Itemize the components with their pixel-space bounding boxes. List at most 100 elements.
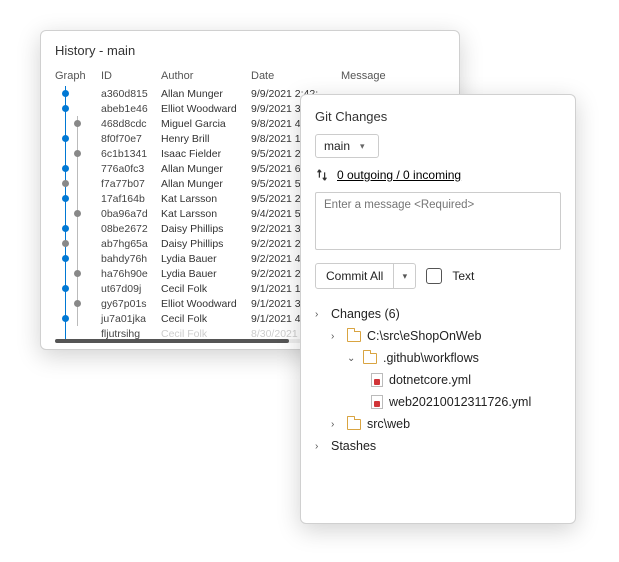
commit-author: Isaac Fielder (161, 148, 251, 160)
yaml-file-icon (371, 373, 383, 387)
commit-all-button[interactable]: Commit All ▾ (315, 263, 416, 289)
chevron-right-icon: › (315, 441, 325, 452)
folder-workflows[interactable]: ⌄ .github\workflows (315, 347, 561, 369)
commit-id: ju7a01jka (101, 313, 161, 325)
commit-author: Kat Larsson (161, 193, 251, 205)
git-changes-title: Git Changes (315, 105, 561, 134)
yaml-file-icon (371, 395, 383, 409)
commit-author: Henry Brill (161, 133, 251, 145)
chevron-down-icon: ⌄ (347, 353, 357, 364)
commit-id: gy67p01s (101, 298, 161, 310)
commit-author: Cecil Folk (161, 283, 251, 295)
graph-cell (55, 161, 101, 176)
commit-dot-icon (62, 105, 69, 112)
commit-id: 17af164b (101, 193, 161, 205)
folder-srcweb[interactable]: › src\web (315, 413, 561, 435)
commit-author: Lydia Bauer (161, 268, 251, 280)
commit-dot-icon (62, 225, 69, 232)
commit-author: Elliot Woodward (161, 298, 251, 310)
col-message[interactable]: Message (341, 70, 401, 82)
commit-dot-icon (62, 135, 69, 142)
commit-dot-icon (62, 315, 69, 322)
graph-cell (55, 146, 101, 161)
folder-icon (347, 331, 361, 342)
chevron-right-icon: › (315, 309, 325, 320)
folder-root[interactable]: › C:\src\eShopOnWeb (315, 325, 561, 347)
changes-label: Changes (6) (331, 307, 400, 321)
scrollbar-thumb[interactable] (55, 339, 289, 343)
branch-name: main (324, 139, 350, 153)
commit-dot-icon (62, 180, 69, 187)
commit-id: ut67d09j (101, 283, 161, 295)
commit-id: ha76h90e (101, 268, 161, 280)
folder-icon (347, 419, 361, 430)
commit-id: a360d815 (101, 88, 161, 100)
commit-author: Allan Munger (161, 163, 251, 175)
stashes-node[interactable]: › Stashes (315, 435, 561, 457)
chevron-right-icon: › (331, 331, 341, 342)
chevron-right-icon: › (331, 419, 341, 430)
stashes-label: Stashes (331, 439, 376, 453)
commit-id: 0ba96a7d (101, 208, 161, 220)
col-author[interactable]: Author (161, 70, 251, 82)
graph-cell (55, 131, 101, 146)
sync-status-row: 0 outgoing / 0 incoming (315, 168, 561, 182)
commit-dot-icon (62, 285, 69, 292)
file-web[interactable]: web20210012311726.yml (315, 391, 561, 413)
sync-arrows-icon (315, 168, 329, 182)
commit-id: f7a77b07 (101, 178, 161, 190)
chevron-down-icon: ▾ (360, 141, 370, 152)
sync-status-link[interactable]: 0 outgoing / 0 incoming (337, 168, 461, 182)
graph-cell (55, 101, 101, 116)
graph-cell (55, 116, 101, 131)
commit-id: bahdy76h (101, 253, 161, 265)
commit-dot-icon (74, 150, 81, 157)
graph-cell (55, 296, 101, 311)
commit-author: Lydia Bauer (161, 253, 251, 265)
branch-selector[interactable]: main ▾ (315, 134, 379, 158)
commit-id: 8f0f70e7 (101, 133, 161, 145)
folder-srcweb-label: src\web (367, 417, 410, 431)
commit-dot-icon (74, 210, 81, 217)
commit-dot-icon (74, 300, 81, 307)
commit-author: Kat Larsson (161, 208, 251, 220)
commit-dot-icon (62, 195, 69, 202)
commit-dot-icon (62, 255, 69, 262)
col-date[interactable]: Date (251, 70, 341, 82)
file-dotnetcore[interactable]: dotnetcore.yml (315, 369, 561, 391)
graph-cell (55, 281, 101, 296)
folder-workflows-label: .github\workflows (383, 351, 479, 365)
col-graph[interactable]: Graph (55, 70, 101, 82)
graph-cell (55, 86, 101, 101)
graph-cell (55, 266, 101, 281)
commit-id: fljutrsihg (101, 328, 161, 340)
graph-cell (55, 221, 101, 236)
commit-message-input[interactable] (315, 192, 561, 250)
commit-id: abeb1e46 (101, 103, 161, 115)
commit-author: Miguel Garcia (161, 118, 251, 130)
commit-author: Elliot Woodward (161, 103, 251, 115)
commit-id: 08be2672 (101, 223, 161, 235)
commit-dot-icon (74, 270, 81, 277)
graph-cell (55, 311, 101, 326)
commit-id: 6c1b1341 (101, 148, 161, 160)
commit-dropdown[interactable]: ▾ (393, 264, 415, 288)
folder-root-label: C:\src\eShopOnWeb (367, 329, 481, 343)
commit-id: 776a0fc3 (101, 163, 161, 175)
col-id[interactable]: ID (101, 70, 161, 82)
commit-dot-icon (62, 90, 69, 97)
commit-id: ab7hg65a (101, 238, 161, 250)
changes-node[interactable]: › Changes (6) (315, 303, 561, 325)
commit-author: Daisy Phillips (161, 223, 251, 235)
file-web-label: web20210012311726.yml (389, 395, 531, 409)
commit-author: Allan Munger (161, 178, 251, 190)
commit-dot-icon (74, 120, 81, 127)
graph-cell (55, 206, 101, 221)
commit-author: Daisy Phillips (161, 238, 251, 250)
graph-cell (55, 236, 101, 251)
commit-id: 468d8cdc (101, 118, 161, 130)
commit-author: Cecil Folk (161, 313, 251, 325)
commit-dot-icon (62, 240, 69, 247)
text-checkbox[interactable] (426, 268, 442, 284)
commit-dot-icon (62, 165, 69, 172)
